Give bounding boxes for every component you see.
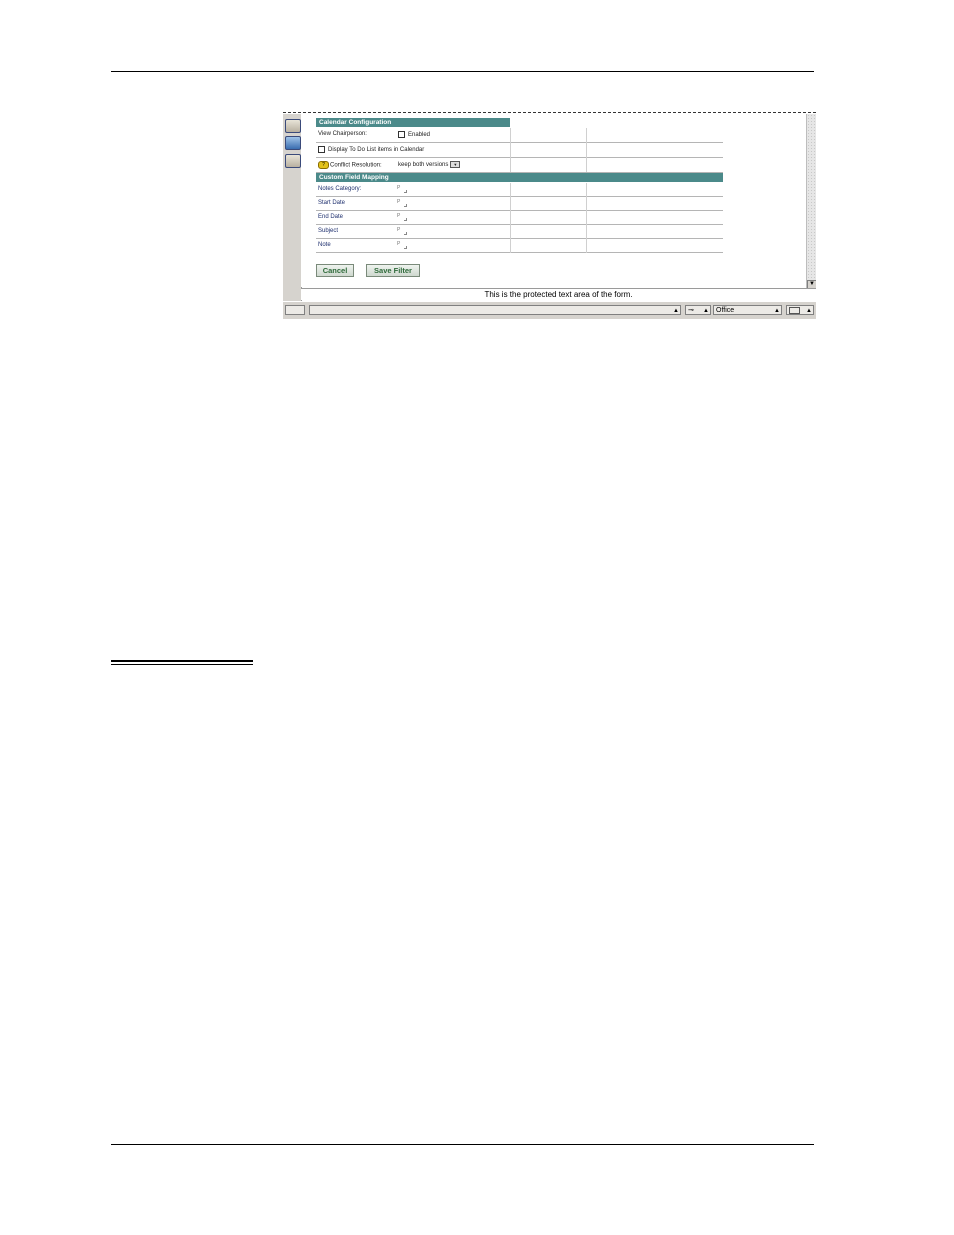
- mapping-input[interactable]: P: [397, 214, 407, 221]
- up-arrow-icon: ▲: [774, 308, 780, 314]
- mapping-row-end-date: End Date P: [316, 211, 723, 225]
- up-arrow-icon: ▲: [673, 308, 679, 314]
- column-divider: [586, 128, 587, 172]
- mapping-input[interactable]: P: [397, 228, 407, 235]
- mapping-input[interactable]: P: [397, 200, 407, 207]
- status-message-field[interactable]: ▲: [309, 305, 681, 315]
- display-todo-checkbox[interactable]: [318, 146, 325, 153]
- location-selector[interactable]: Office ▲: [713, 305, 782, 315]
- conflict-resolution-field-label: ? Conflict Resolution:: [318, 161, 382, 169]
- chevron-down-icon[interactable]: ▼: [450, 161, 461, 168]
- mapping-row-subject: Subject P: [316, 225, 723, 239]
- conflict-resolution-select[interactable]: keep both versions ▼: [398, 161, 461, 169]
- page-bottom-rule: [111, 1144, 814, 1145]
- security-key-control[interactable]: ⊸ ▲: [685, 305, 711, 315]
- conflict-resolution-value: keep both versions: [398, 162, 449, 169]
- mapping-label: Notes Category:: [318, 186, 362, 192]
- view-chairperson-row: View Chairperson: Enabled: [316, 128, 723, 143]
- conflict-resolution-row: ? Conflict Resolution: keep both versions…: [316, 158, 723, 173]
- form-content: Calendar Configuration View Chairperson:…: [301, 114, 806, 287]
- database-icon[interactable]: [285, 136, 301, 150]
- status-bar: ▲ ⊸ ▲ Office ▲ ▲: [283, 301, 816, 319]
- column-divider: [586, 183, 587, 253]
- mapping-input[interactable]: P: [397, 186, 407, 193]
- inbox-icon: [789, 306, 800, 314]
- dashed-crop-border: [283, 112, 816, 113]
- note-rule-top: [111, 660, 253, 662]
- column-divider: [510, 128, 511, 172]
- mapping-row-note: Note P: [316, 239, 723, 253]
- protected-text-area: This is the protected text area of the f…: [301, 288, 816, 300]
- screenshot-frame: Calendar Configuration View Chairperson:…: [283, 112, 816, 319]
- status-indicator[interactable]: [285, 305, 305, 315]
- mapping-label: Subject: [318, 228, 339, 234]
- mapping-label: Start Date: [318, 200, 346, 206]
- up-arrow-icon: ▲: [703, 308, 709, 314]
- bookmark-bar: [283, 114, 302, 301]
- inbox-control[interactable]: ▲: [786, 305, 814, 315]
- mapping-row-notes-category: Notes Category: P: [316, 183, 723, 197]
- calendar-config-header: Calendar Configuration: [316, 118, 510, 127]
- display-todo-row: Display To Do List items in Calendar: [316, 143, 723, 158]
- note-rule-bottom: [111, 664, 253, 665]
- page-top-rule: [111, 71, 814, 72]
- help-icon[interactable]: ?: [318, 161, 329, 169]
- replicator-icon[interactable]: [285, 154, 301, 168]
- display-todo-label: Display To Do List items in Calendar: [328, 147, 425, 154]
- vertical-scrollbar[interactable]: ▼: [806, 114, 816, 289]
- column-divider: [510, 183, 511, 253]
- enabled-label: Enabled: [408, 132, 431, 139]
- cancel-button[interactable]: Cancel: [316, 264, 354, 277]
- view-chairperson-option[interactable]: Enabled: [398, 131, 430, 138]
- conflict-resolution-label: Conflict Resolution:: [330, 162, 382, 169]
- custom-mapping-header: Custom Field Mapping: [316, 173, 723, 182]
- location-value: Office: [716, 307, 735, 314]
- key-icon: ⊸: [688, 307, 694, 314]
- mapping-label: End Date: [318, 214, 344, 220]
- mapping-row-start-date: Start Date P: [316, 197, 723, 211]
- folder-icon[interactable]: [285, 119, 301, 133]
- mapping-input[interactable]: P: [397, 242, 407, 249]
- up-arrow-icon: ▲: [806, 308, 812, 314]
- mapping-label: Note: [318, 242, 331, 248]
- save-filter-button[interactable]: Save Filter: [366, 264, 420, 277]
- display-todo-option[interactable]: Display To Do List items in Calendar: [318, 146, 424, 153]
- enabled-checkbox[interactable]: [398, 131, 405, 138]
- view-chairperson-label: View Chairperson:: [318, 131, 367, 137]
